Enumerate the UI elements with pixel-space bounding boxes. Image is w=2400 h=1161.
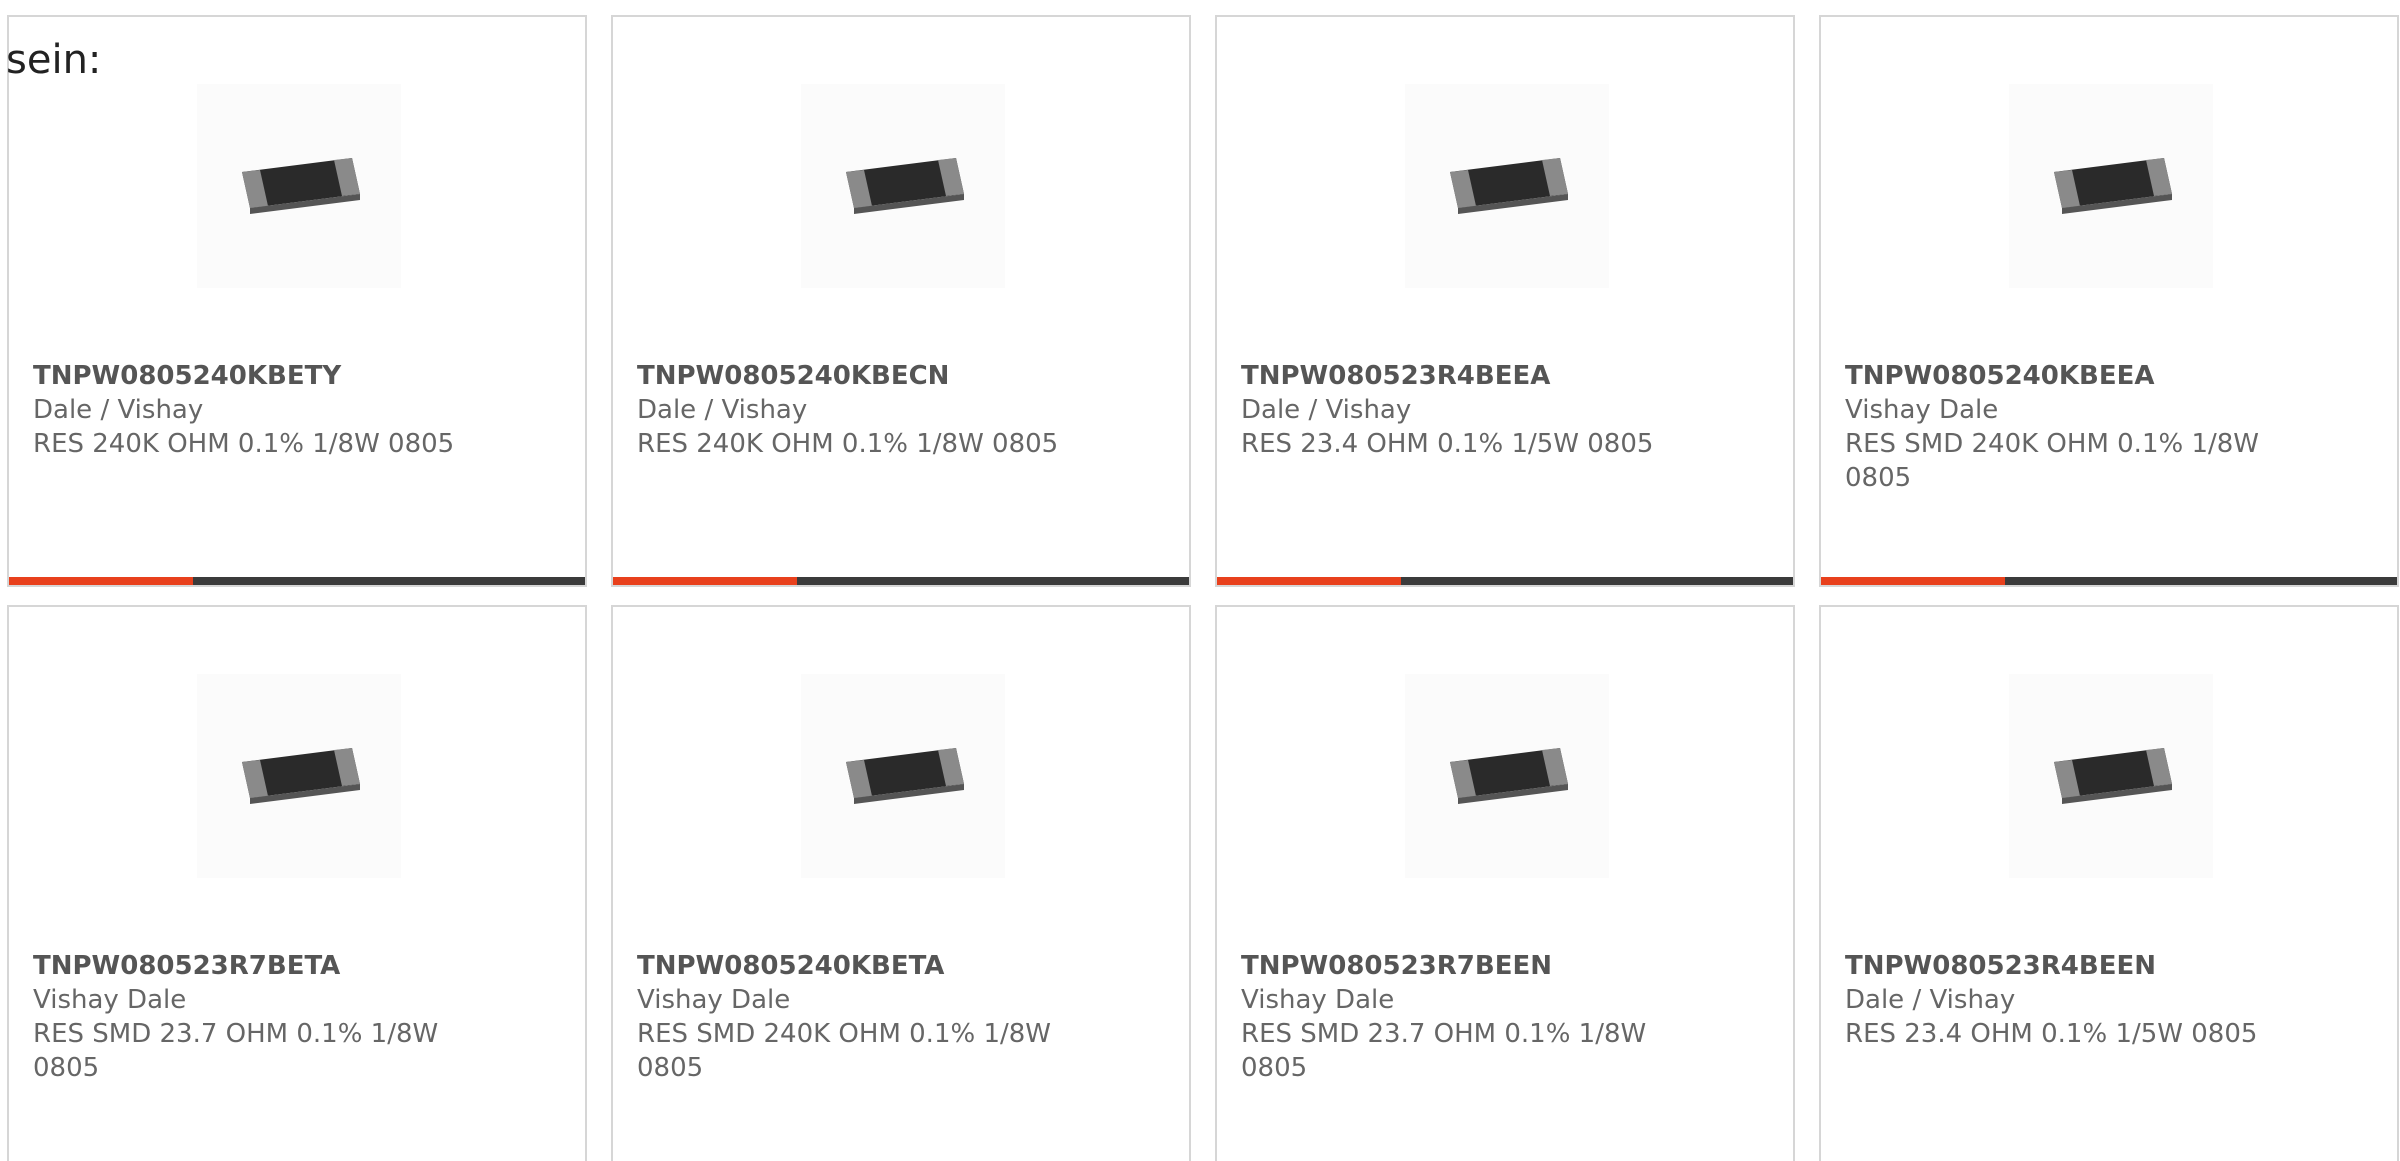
product-grid: TNPW0805240KBETY Dale / Vishay RES 240K … <box>7 15 2399 1161</box>
manufacturer: Dale / Vishay <box>1845 985 2016 1015</box>
product-card[interactable]: TNPW080523R4BEEN Dale / Vishay RES 23.4 … <box>1819 605 2399 1161</box>
product-info: TNPW0805240KBETA Vishay Dale RES SMD 240… <box>637 949 1107 1085</box>
product-card[interactable]: TNPW0805240KBETY Dale / Vishay RES 240K … <box>7 15 587 587</box>
smd-resistor-chip-icon <box>242 748 360 804</box>
description: RES 240K OHM 0.1% 1/8W 0805 <box>637 429 1059 459</box>
product-image[interactable] <box>2009 674 2213 878</box>
description: RES 240K OHM 0.1% 1/8W 0805 <box>33 429 455 459</box>
product-image[interactable] <box>1405 674 1609 878</box>
product-card[interactable]: TNPW080523R4BEEA Dale / Vishay RES 23.4 … <box>1215 15 1795 587</box>
part-number[interactable]: TNPW080523R7BETA <box>33 949 503 983</box>
product-image[interactable] <box>197 84 401 288</box>
product-card[interactable]: TNPW080523R7BEEN Vishay Dale RES SMD 23.… <box>1215 605 1795 1161</box>
card-progress-fill <box>613 577 798 585</box>
manufacturer: Dale / Vishay <box>1241 395 1412 425</box>
product-image[interactable] <box>1405 84 1609 288</box>
description: RES SMD 23.7 OHM 0.1% 1/8W 0805 <box>1241 1019 1647 1083</box>
smd-resistor-chip-icon <box>846 748 964 804</box>
manufacturer: Vishay Dale <box>1241 985 1395 1015</box>
part-number[interactable]: TNPW0805240KBETA <box>637 949 1107 983</box>
card-progress-fill <box>1217 577 1402 585</box>
card-progress-bar <box>9 577 585 585</box>
product-card[interactable]: TNPW080523R7BETA Vishay Dale RES SMD 23.… <box>7 605 587 1161</box>
product-image[interactable] <box>197 674 401 878</box>
part-number[interactable]: TNPW080523R4BEEN <box>1845 949 2315 983</box>
manufacturer: Vishay Dale <box>1845 395 1999 425</box>
card-progress-bar <box>613 577 1189 585</box>
product-info: TNPW080523R4BEEA Dale / Vishay RES 23.4 … <box>1241 359 1711 461</box>
smd-resistor-chip-icon <box>1450 748 1568 804</box>
card-progress-bar <box>1821 577 2397 585</box>
product-info: TNPW0805240KBECN Dale / Vishay RES 240K … <box>637 359 1107 461</box>
manufacturer: Vishay Dale <box>637 985 791 1015</box>
part-number[interactable]: TNPW0805240KBEEA <box>1845 359 2315 393</box>
product-info: TNPW080523R7BETA Vishay Dale RES SMD 23.… <box>33 949 503 1085</box>
smd-resistor-chip-icon <box>2054 748 2172 804</box>
product-card[interactable]: TNPW0805240KBETA Vishay Dale RES SMD 240… <box>611 605 1191 1161</box>
intro-text: sein: <box>6 37 102 83</box>
card-progress-fill <box>1821 577 2006 585</box>
product-listing-page: sein: TNPW0805240KBETY Dale / Vishay RES… <box>0 0 2400 1161</box>
product-info: TNPW080523R4BEEN Dale / Vishay RES 23.4 … <box>1845 949 2315 1051</box>
manufacturer: Dale / Vishay <box>33 395 204 425</box>
part-number[interactable]: TNPW080523R4BEEA <box>1241 359 1711 393</box>
manufacturer: Vishay Dale <box>33 985 187 1015</box>
part-number[interactable]: TNPW080523R7BEEN <box>1241 949 1711 983</box>
manufacturer: Dale / Vishay <box>637 395 808 425</box>
smd-resistor-chip-icon <box>2054 158 2172 214</box>
card-progress-fill <box>9 577 194 585</box>
description: RES SMD 240K OHM 0.1% 1/8W 0805 <box>1845 429 2260 493</box>
part-number[interactable]: TNPW0805240KBETY <box>33 359 503 393</box>
description: RES SMD 240K OHM 0.1% 1/8W 0805 <box>637 1019 1052 1083</box>
description: RES 23.4 OHM 0.1% 1/5W 0805 <box>1241 429 1654 459</box>
description: RES SMD 23.7 OHM 0.1% 1/8W 0805 <box>33 1019 439 1083</box>
product-image[interactable] <box>801 674 1005 878</box>
smd-resistor-chip-icon <box>846 158 964 214</box>
product-info: TNPW0805240KBETY Dale / Vishay RES 240K … <box>33 359 503 461</box>
description: RES 23.4 OHM 0.1% 1/5W 0805 <box>1845 1019 2258 1049</box>
product-info: TNPW0805240KBEEA Vishay Dale RES SMD 240… <box>1845 359 2315 495</box>
product-card[interactable]: TNPW0805240KBEEA Vishay Dale RES SMD 240… <box>1819 15 2399 587</box>
product-card[interactable]: TNPW0805240KBECN Dale / Vishay RES 240K … <box>611 15 1191 587</box>
card-progress-bar <box>1217 577 1793 585</box>
product-info: TNPW080523R7BEEN Vishay Dale RES SMD 23.… <box>1241 949 1711 1085</box>
smd-resistor-chip-icon <box>1450 158 1568 214</box>
part-number[interactable]: TNPW0805240KBECN <box>637 359 1107 393</box>
product-image[interactable] <box>2009 84 2213 288</box>
smd-resistor-chip-icon <box>242 158 360 214</box>
product-image[interactable] <box>801 84 1005 288</box>
